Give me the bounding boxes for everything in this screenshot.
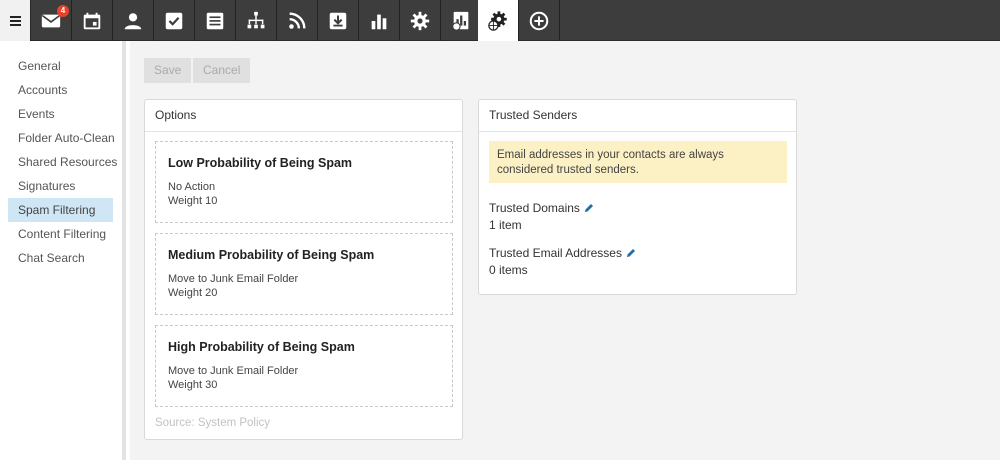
options-panel-title: Options [145,100,462,132]
main-content: Save Cancel Options Low Probability of B… [130,41,1000,460]
sidebar-item-shared-resources[interactable]: Shared Resources [8,150,117,174]
trusted-senders-panel: Trusted Senders Email addresses in your … [478,99,797,295]
domain-reports-icon[interactable] [441,0,482,41]
reports-icon[interactable] [359,0,400,41]
pencil-icon[interactable] [626,248,636,258]
policy-source-note: Source: System Policy [155,417,271,429]
add-icon[interactable] [519,0,560,41]
mail-icon[interactable]: 4 [31,0,72,41]
hamburger-menu-icon[interactable] [0,0,31,41]
policy-card-weight: Weight 10 [168,195,218,207]
tasks-icon[interactable] [154,0,195,41]
settings-icon[interactable] [400,0,441,41]
policy-card-action: Move to Junk Email Folder [168,365,299,377]
notes-icon[interactable] [195,0,236,41]
policy-card-weight: Weight 30 [168,379,218,391]
sidebar-item-accounts[interactable]: Accounts [8,78,113,102]
org-chart-icon[interactable] [236,0,277,41]
mail-unread-badge: 4 [57,5,69,17]
settings-sidebar: General Accounts Events Folder Auto-Clea… [0,41,126,460]
sidebar-item-chat-search[interactable]: Chat Search [8,246,113,270]
sidebar-item-folder-auto-clean[interactable]: Folder Auto-Clean [8,126,115,150]
trusted-domains-link[interactable]: Trusted Domains [489,201,594,215]
sidebar-item-spam-filtering[interactable]: Spam Filtering [8,198,113,222]
cancel-button[interactable]: Cancel [193,58,251,83]
top-app-bar: 4 [0,0,1000,41]
policy-card-title: High Probability of Being Spam [168,340,355,354]
download-icon[interactable] [318,0,359,41]
sidebar-item-events[interactable]: Events [8,102,113,126]
trusted-senders-notice: Email addresses in your contacts are alw… [489,141,787,183]
trusted-senders-title: Trusted Senders [479,100,796,132]
sidebar-item-content-filtering[interactable]: Content Filtering [8,222,113,246]
policy-card-title: Low Probability of Being Spam [168,156,353,170]
policy-card-title: Medium Probability of Being Spam [168,248,375,262]
trusted-domains-count: 1 item [489,218,522,232]
policy-card-low[interactable]: Low Probability of Being Spam No Action … [155,141,453,223]
sidebar-item-general[interactable]: General [8,54,113,78]
sidebar-item-signatures[interactable]: Signatures [8,174,113,198]
domain-settings-icon[interactable] [478,0,519,41]
policy-card-weight: Weight 20 [168,287,218,299]
rss-icon[interactable] [277,0,318,41]
pencil-icon[interactable] [584,203,594,213]
policy-card-high[interactable]: High Probability of Being Spam Move to J… [155,325,453,407]
trusted-email-addresses-count: 0 items [489,263,528,277]
trusted-email-addresses-link[interactable]: Trusted Email Addresses [489,246,636,260]
save-button[interactable]: Save [144,58,192,83]
policy-card-action: Move to Junk Email Folder [168,273,299,285]
trusted-email-addresses-label: Trusted Email Addresses [489,246,622,260]
contacts-icon[interactable] [113,0,154,41]
policy-card-action: No Action [168,181,216,193]
options-panel: Options Low Probability of Being Spam No… [144,99,463,440]
calendar-icon[interactable] [72,0,113,41]
trusted-domains-label: Trusted Domains [489,201,580,215]
policy-card-medium[interactable]: Medium Probability of Being Spam Move to… [155,233,453,315]
